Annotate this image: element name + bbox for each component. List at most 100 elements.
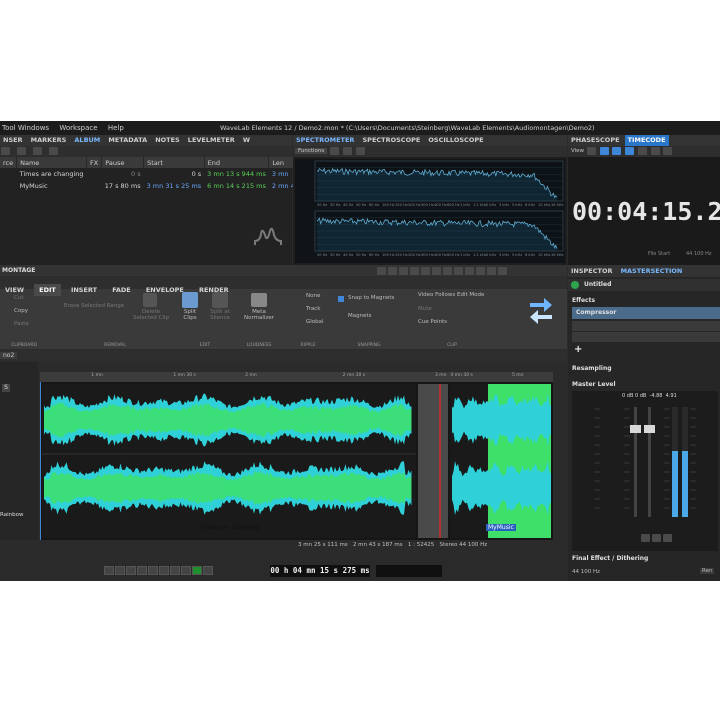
arrows-icon[interactable]	[528, 295, 554, 325]
ripple-global-option[interactable]: Global	[306, 319, 324, 325]
forward-icon[interactable]	[137, 566, 147, 575]
frequency-tick-label: 6 kHz	[525, 203, 535, 207]
loop-icon[interactable]	[159, 566, 169, 575]
album-col-pause[interactable]: Pause	[101, 157, 145, 168]
track-lane[interactable]: Times are changing MyMusic	[40, 382, 553, 540]
record-icon[interactable]	[203, 566, 213, 575]
prev-icon[interactable]	[115, 566, 125, 575]
effect-slot-empty[interactable]	[572, 332, 720, 342]
power-icon[interactable]	[571, 281, 579, 289]
view-menu[interactable]: View	[571, 148, 584, 154]
album-tool-icon[interactable]	[1, 147, 10, 155]
ripple-track-option[interactable]: Track	[306, 306, 320, 312]
waveform-display[interactable]	[40, 382, 553, 540]
timeline-ruler[interactable]: 1 mn 1 mn 30 s 2 mn 2 mn 30 s 3 mn 4 mn 30 s 5…	[40, 372, 553, 382]
tab-browser[interactable]: NSER	[0, 135, 26, 146]
tool-icon[interactable]	[487, 267, 496, 275]
gear-icon[interactable]	[330, 147, 340, 155]
rewind-start-icon[interactable]	[104, 566, 114, 575]
table-row[interactable]: Times are changing 0 s 0 s 3 mn 13 s 944…	[0, 168, 302, 180]
paste-button[interactable]: Paste	[14, 321, 29, 327]
tool-icon[interactable]	[388, 267, 397, 275]
tab-metadata[interactable]: METADATA	[105, 135, 150, 146]
split-at-silence-button[interactable]: Split at Silence	[206, 309, 234, 321]
tool-icon[interactable]	[663, 147, 673, 155]
tool-icon[interactable]	[586, 147, 596, 155]
tool-icon[interactable]	[599, 147, 609, 155]
tool-icon[interactable]	[650, 147, 660, 155]
lock-icon[interactable]	[641, 534, 650, 542]
delete-selected-clip-button[interactable]: Delete Selected Clip	[130, 309, 172, 321]
split-clips-button[interactable]: Split Clips	[176, 309, 204, 321]
preset-name[interactable]: Untitled	[584, 281, 611, 288]
menu-workspace[interactable]: Workspace	[59, 124, 97, 132]
tab-oscilloscope[interactable]: OSCILLOSCOPE	[425, 135, 486, 146]
level-values: 0 dB 0 dB -4.88 4.91	[622, 393, 677, 399]
tab-spectroscope[interactable]: SPECTROSCOPE	[360, 135, 424, 146]
next-icon[interactable]	[148, 566, 158, 575]
tab-phasescope[interactable]: PHASESCOPE	[568, 135, 623, 146]
solo-button[interactable]: S	[2, 384, 10, 392]
tab-inspector[interactable]: INSPECTOR	[568, 265, 615, 277]
magnets-dropdown[interactable]: Magnets	[348, 313, 372, 319]
split-clips-icon	[182, 292, 198, 308]
tab-album[interactable]: ALBUM	[71, 135, 103, 146]
tool-icon[interactable]	[342, 147, 352, 155]
tool-icon[interactable]	[637, 147, 647, 155]
album-tool-icon[interactable]	[17, 147, 27, 155]
album-col-fx[interactable]: FX	[86, 157, 103, 168]
functions-menu[interactable]: Functions	[295, 148, 328, 154]
menu-tool-windows[interactable]: Tool Windows	[2, 124, 49, 132]
frequency-tick-label: 40 Hz	[343, 253, 353, 257]
mute-button[interactable]: Mute	[418, 306, 432, 312]
add-effect-icon[interactable]: +	[574, 344, 582, 355]
tab-timecode[interactable]: TIMECODE	[624, 135, 669, 146]
tab-spectrometer[interactable]: SPECTROMETER	[293, 135, 357, 146]
tab-markers[interactable]: MARKERS	[28, 135, 70, 146]
tab-w[interactable]: W	[240, 135, 253, 146]
tool-icon[interactable]	[432, 267, 441, 275]
effect-slot-empty[interactable]	[572, 321, 720, 331]
tab-notes[interactable]: NOTES	[152, 135, 183, 146]
home-icon[interactable]	[377, 267, 386, 275]
video-follows-edit-mode-button[interactable]: Video Follows Edit Mode	[418, 292, 484, 298]
copy-button[interactable]: Copy	[14, 308, 28, 314]
redo-icon[interactable]	[454, 267, 463, 275]
ripple-none-option[interactable]: None	[306, 293, 320, 299]
cut-button[interactable]: Cut	[14, 295, 23, 301]
tool-icon[interactable]	[612, 147, 622, 155]
snap-checkbox[interactable]	[338, 296, 344, 302]
render-button[interactable]: Ren	[700, 568, 715, 574]
tool-icon[interactable]	[476, 267, 485, 275]
album-check-icon[interactable]	[33, 147, 43, 155]
cue-points-dropdown[interactable]: Cue Points	[418, 319, 447, 325]
effect-slot-compressor[interactable]: Compressor	[572, 307, 720, 319]
undo-icon[interactable]	[443, 267, 452, 275]
tool-icon[interactable]	[663, 534, 672, 542]
status-position: 3 mn 25 s 111 ms 2 mn 43 s 187 ms 1 : 52…	[298, 542, 487, 548]
tool-icon[interactable]	[355, 147, 365, 155]
tab-mastersection[interactable]: MASTERSECTION	[618, 265, 686, 277]
meta-normalizer-button[interactable]: Meta Normalizer	[240, 309, 278, 321]
album-col-start[interactable]: Start	[143, 157, 205, 168]
play-icon[interactable]	[192, 566, 202, 575]
tool-icon[interactable]	[625, 147, 635, 155]
album-col-name[interactable]: Name	[16, 157, 88, 168]
punch-icon[interactable]	[170, 566, 180, 575]
tool-icon[interactable]	[498, 267, 507, 275]
tool-icon[interactable]	[465, 267, 474, 275]
table-row[interactable]: MyMusic 17 s 80 ms 3 mn 31 s 25 ms 6 mn …	[0, 180, 302, 192]
final-rate: 44 100 Hz	[572, 569, 601, 575]
rewind-icon[interactable]	[126, 566, 136, 575]
album-tool-icon[interactable]	[49, 147, 59, 155]
album-col-end[interactable]: End	[204, 157, 270, 168]
erase-selected-range-button[interactable]: Erase Selected Range	[64, 303, 124, 309]
menu-help[interactable]: Help	[108, 124, 124, 132]
tool-icon[interactable]	[421, 267, 430, 275]
tool-icon[interactable]	[410, 267, 419, 275]
tool-icon[interactable]	[399, 267, 408, 275]
tool-icon[interactable]	[652, 534, 661, 542]
stop-icon[interactable]	[181, 566, 191, 575]
tab-levelmeter[interactable]: LEVELMETER	[185, 135, 238, 146]
montage-file-tab[interactable]: no2	[0, 352, 18, 359]
